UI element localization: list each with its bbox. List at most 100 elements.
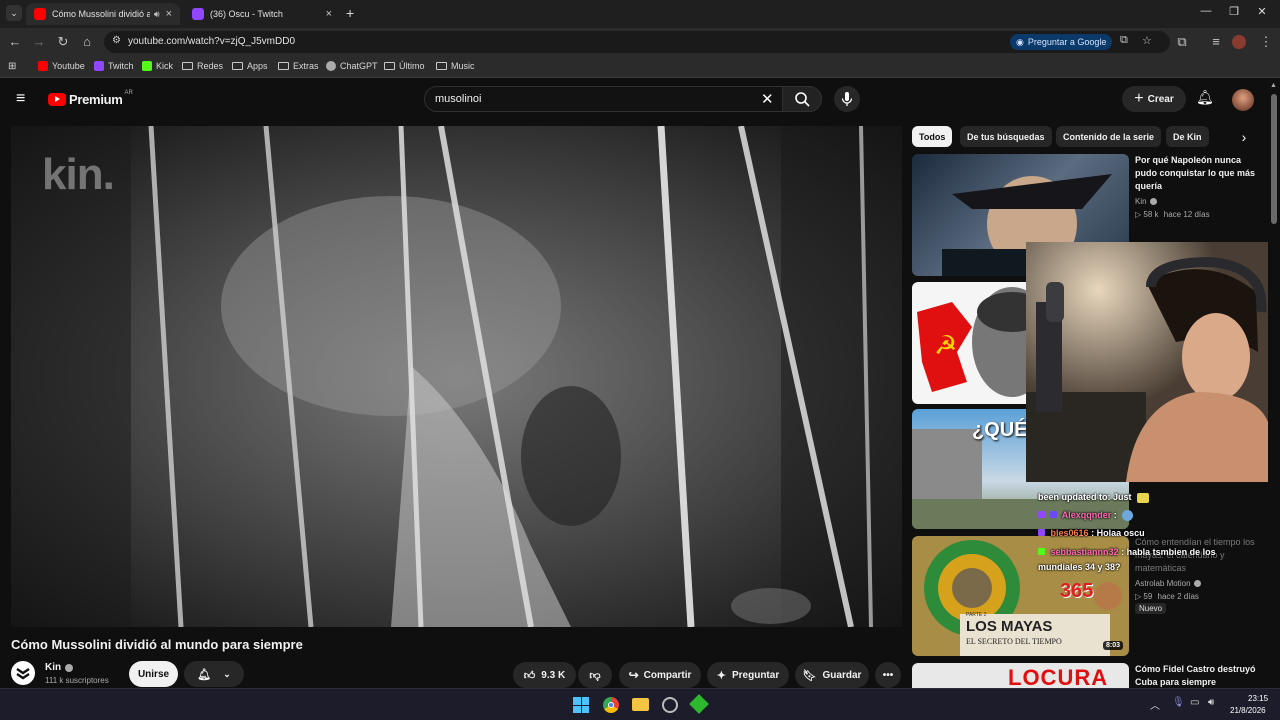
- bookmark-star-icon[interactable]: ☆: [1142, 34, 1152, 47]
- volume-icon[interactable]: 🔊︎: [1208, 697, 1214, 708]
- speaker-icon[interactable]: 🔊︎: [154, 9, 160, 20]
- chip-series-content[interactable]: Contenido de la serie: [1056, 126, 1162, 147]
- chip-from-searches[interactable]: De tus búsquedas: [960, 126, 1052, 147]
- close-window-icon[interactable]: ✕: [1252, 5, 1272, 18]
- windows-start-icon[interactable]: [573, 697, 589, 713]
- clock-time[interactable]: 23:15: [1248, 694, 1268, 703]
- site-info-icon[interactable]: ⚙︎: [112, 35, 121, 46]
- video-frame: [11, 126, 902, 627]
- webcam-overlay: [1026, 242, 1268, 482]
- bookmark-label: Music: [451, 61, 475, 71]
- search-button[interactable]: [782, 86, 822, 112]
- reading-list-icon[interactable]: ≡: [1208, 34, 1224, 49]
- views-play-icon: ▷: [1135, 592, 1142, 601]
- bookmark-twitch[interactable]: Twitch: [94, 61, 134, 71]
- chip-from-kin[interactable]: De Kin: [1166, 126, 1209, 147]
- minimize-icon[interactable]: —: [1196, 5, 1216, 17]
- bookmark-chatgpt[interactable]: ChatGPT: [326, 61, 378, 71]
- tab-twitch[interactable]: (36) Oscu - Twitch ×: [184, 3, 340, 25]
- reload-icon[interactable]: ↻: [55, 34, 71, 50]
- account-avatar[interactable]: [1232, 89, 1254, 111]
- channel-avatar[interactable]: [11, 661, 35, 685]
- recommendation-thumbnail[interactable]: LOCURA: [912, 663, 1129, 688]
- bookmark-ultimo[interactable]: Último: [384, 61, 425, 71]
- notifications-bell-icon[interactable]: 🔔︎: [1196, 89, 1214, 106]
- more-actions-button[interactable]: •••: [875, 662, 901, 688]
- extensions-icon[interactable]: ⧉: [1174, 34, 1190, 50]
- profile-avatar[interactable]: [1232, 35, 1246, 49]
- chat-username: Alexqqnder: [1061, 510, 1112, 520]
- ask-google-button[interactable]: ◉ Preguntar a Google: [1010, 34, 1113, 50]
- chat-message: sebbastiannn32 : habla tsmbien de los: [1038, 547, 1216, 557]
- obs-icon[interactable]: [662, 697, 678, 713]
- dislike-button[interactable]: 👎︎: [578, 662, 612, 688]
- channel-watermark: kin.: [42, 150, 115, 199]
- ask-google-label: Preguntar a Google: [1027, 37, 1107, 47]
- app-icon[interactable]: [689, 694, 709, 714]
- chrome-taskbar-icon[interactable]: [603, 697, 619, 713]
- chat-text: been updated to: Just: [1038, 492, 1132, 502]
- close-tab-icon[interactable]: ×: [166, 8, 172, 20]
- recommendation-title[interactable]: Cómo Fidel Castro destruyó Cuba para sie…: [1135, 663, 1261, 689]
- bookmark-music[interactable]: Music: [436, 61, 475, 71]
- hamburger-menu-icon[interactable]: ≡: [16, 90, 25, 108]
- kick-badge-icon: [1038, 548, 1045, 555]
- create-button[interactable]: + Crear: [1122, 86, 1186, 112]
- scrollbar-thumb[interactable]: [1271, 94, 1277, 224]
- subscription-bell-button[interactable]: 🔔︎ ⌄: [184, 661, 244, 687]
- file-explorer-icon[interactable]: [632, 698, 649, 711]
- clear-search-icon[interactable]: ✕: [761, 90, 774, 108]
- forward-icon[interactable]: →: [31, 34, 47, 49]
- close-tab-icon[interactable]: ×: [326, 8, 332, 20]
- chat-text: habla tsmbien de los: [1126, 547, 1216, 557]
- url-text[interactable]: youtube.com/watch?v=zjQ_J5vmDD0: [128, 36, 295, 47]
- search-input[interactable]: musolinoi ✕: [424, 86, 822, 112]
- bookmark-kick[interactable]: Kick: [142, 61, 173, 71]
- chip-label: Contenido de la serie: [1063, 131, 1155, 142]
- apps-grid-icon[interactable]: ⊞: [8, 61, 16, 72]
- search-query[interactable]: musolinoi: [435, 93, 481, 105]
- bookmark-apps[interactable]: Apps: [232, 61, 268, 71]
- clock-date[interactable]: 21/8/2026: [1230, 706, 1266, 715]
- channel-name[interactable]: Kin: [45, 662, 74, 673]
- upload-age: hace 2 días: [1157, 592, 1199, 601]
- youtube-header: ≡ Premium AR musolinoi ✕ + Crear 🔔︎: [0, 80, 1268, 120]
- region-code: AR: [124, 89, 133, 96]
- browser-tab-strip: ⌄ Cómo Mussolini dividió al mund 🔊︎ × (3…: [0, 0, 1280, 28]
- microphone-tray-icon[interactable]: 🎙︎: [1172, 697, 1185, 708]
- like-button[interactable]: 👍︎ 9.3 K: [513, 662, 576, 688]
- new-tab-button[interactable]: +: [346, 5, 354, 21]
- bookmark-extras[interactable]: Extras: [278, 61, 319, 71]
- verified-icon: [1149, 198, 1157, 205]
- recommendation-channel[interactable]: Kin: [1135, 197, 1157, 206]
- network-icon[interactable]: ▭: [1190, 697, 1199, 708]
- install-app-icon[interactable]: ⧉: [1120, 34, 1128, 47]
- chips-next-chevron-icon[interactable]: ›: [1234, 127, 1254, 147]
- recommendation-title[interactable]: Por qué Napoleón nunca pudo conquistar l…: [1135, 154, 1261, 193]
- save-label: Guardar: [822, 669, 862, 681]
- share-button[interactable]: ↪ Compartir: [619, 662, 701, 688]
- more-menu-icon[interactable]: ⋮: [1258, 34, 1274, 50]
- video-player[interactable]: kin.: [11, 126, 902, 627]
- youtube-logo[interactable]: Premium AR: [48, 89, 133, 107]
- tab-youtube[interactable]: Cómo Mussolini dividió al mund 🔊︎ ×: [26, 3, 180, 25]
- show-hidden-icons-chevron-icon[interactable]: ︿: [1150, 697, 1160, 712]
- bookmark-redes[interactable]: Redes: [182, 61, 223, 71]
- voice-search-button[interactable]: [834, 86, 860, 112]
- chat-message: bles0616 : Holaa oscu: [1038, 528, 1145, 538]
- kin-logo-icon: [16, 668, 30, 680]
- tab-search-button[interactable]: ⌄: [6, 5, 22, 21]
- recommendation-channel[interactable]: Astrolab Motion: [1135, 579, 1201, 588]
- ask-button[interactable]: ✦ Preguntar: [707, 662, 789, 688]
- restore-icon[interactable]: ❐: [1224, 5, 1244, 18]
- back-icon[interactable]: ←: [7, 34, 23, 49]
- page-scrollbar[interactable]: ▲: [1268, 80, 1280, 688]
- windows-taskbar: ︿ 🎙︎ ▭ 🔊︎ 23:15 21/8/2026: [0, 688, 1280, 720]
- address-bar[interactable]: ⚙︎ youtube.com/watch?v=zjQ_J5vmDD0 ◉ Pre…: [104, 31, 1170, 53]
- home-icon[interactable]: ⌂: [79, 34, 95, 49]
- join-button[interactable]: Unirse: [129, 661, 178, 687]
- chip-all[interactable]: Todos: [912, 126, 953, 147]
- scroll-up-icon[interactable]: ▲: [1270, 82, 1277, 89]
- save-button[interactable]: 🔖︎ Guardar: [795, 662, 869, 688]
- bookmark-youtube[interactable]: Youtube: [38, 61, 85, 71]
